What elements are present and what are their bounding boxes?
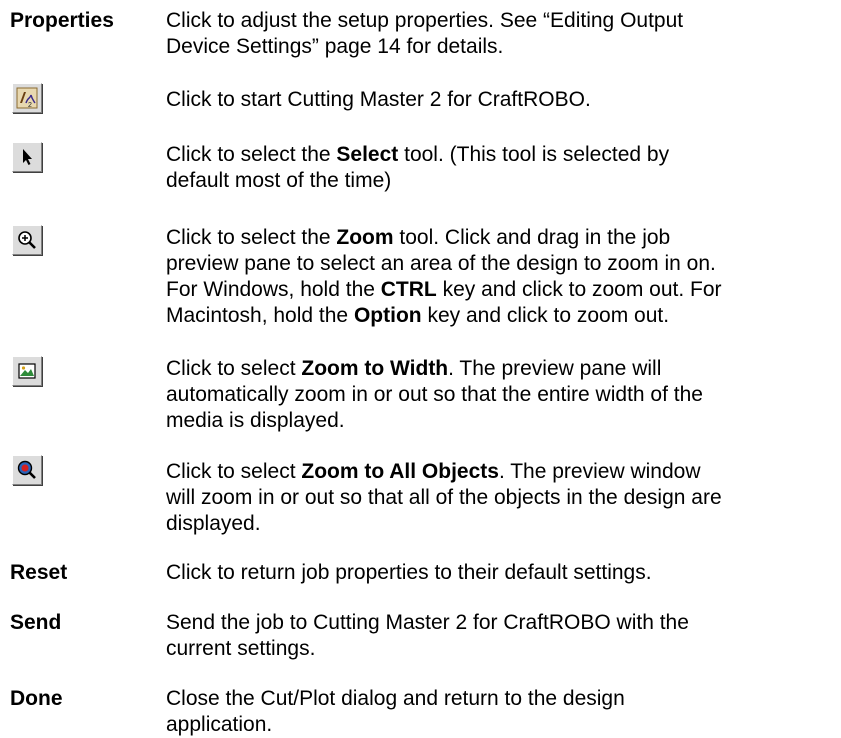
cutting-master-description: Click to start Cutting Master 2 for Craf… bbox=[166, 88, 591, 111]
zoom-text: key and click to zoom out. bbox=[421, 304, 670, 327]
send-description: Send the job to Cutting Master 2 for Cra… bbox=[166, 610, 766, 662]
ctrl-key-label: CTRL bbox=[380, 278, 437, 301]
zoom-text: For Windows, hold the bbox=[166, 278, 381, 301]
zoom-width-bold: Zoom to Width bbox=[301, 357, 449, 380]
zoom-all-text: Click to select bbox=[166, 460, 302, 483]
select-desc-line: default most of the time) bbox=[166, 169, 392, 192]
reset-term: Reset bbox=[10, 561, 68, 584]
select-bold: Select bbox=[336, 143, 399, 166]
zoom-text: Click to select the bbox=[166, 226, 337, 249]
zoom-desc-line: preview pane to select an area of the de… bbox=[166, 252, 716, 275]
zoom-all-desc-line: will zoom in or out so that all of the o… bbox=[166, 486, 722, 509]
done-description: Close the Cut/Plot dialog and return to … bbox=[166, 686, 766, 738]
cutting-master-icon: 2 bbox=[12, 83, 42, 113]
send-desc-line: Send the job to Cutting Master 2 for Cra… bbox=[166, 611, 689, 634]
select-description: Click to select the Select tool. (This t… bbox=[166, 142, 766, 194]
definition-list: Properties Click to adjust the setup pro… bbox=[0, 0, 841, 736]
zoom-all-desc-line: displayed. bbox=[166, 512, 261, 535]
zoom-to-width-icon bbox=[12, 356, 42, 386]
zoom-width-desc-line: media is displayed. bbox=[166, 409, 345, 432]
zoom-width-desc-line: automatically zoom in or out so that the… bbox=[166, 383, 703, 406]
option-key-label: Option bbox=[353, 304, 422, 327]
zoom-text: Macintosh, hold the bbox=[166, 304, 354, 327]
svg-text:2: 2 bbox=[28, 102, 32, 109]
done-desc-line: application. bbox=[166, 713, 273, 736]
properties-desc-line: Device Settings” page 14 for details. bbox=[166, 35, 504, 58]
zoom-all-text: . The preview window bbox=[498, 460, 701, 483]
zoom-text: tool. Click and drag in the job bbox=[393, 226, 671, 249]
done-term: Done bbox=[10, 687, 63, 710]
magnifier-plus-icon bbox=[12, 225, 42, 255]
done-desc-line: Close the Cut/Plot dialog and return to … bbox=[166, 687, 625, 710]
zoom-all-bold: Zoom to All Objects bbox=[301, 460, 499, 483]
zoom-width-text: Click to select bbox=[166, 357, 302, 380]
properties-description: Click to adjust the setup properties. Se… bbox=[166, 8, 766, 60]
properties-term: Properties bbox=[10, 9, 114, 32]
zoom-to-all-objects-icon bbox=[12, 455, 42, 485]
properties-desc-line: Click to adjust the setup properties. Se… bbox=[166, 9, 684, 32]
reset-description: Click to return job properties to their … bbox=[166, 561, 652, 584]
zoom-all-description: Click to select Zoom to All Objects. The… bbox=[166, 459, 766, 537]
zoom-text: key and click to zoom out. For bbox=[436, 278, 722, 301]
select-text: Click to select the bbox=[166, 143, 337, 166]
zoom-width-text: . The preview pane will bbox=[448, 357, 662, 380]
send-term: Send bbox=[10, 611, 62, 634]
send-desc-line: current settings. bbox=[166, 637, 316, 660]
arrow-pointer-icon bbox=[12, 142, 42, 172]
select-text: tool. (This tool is selected by bbox=[398, 143, 670, 166]
zoom-bold: Zoom bbox=[336, 226, 394, 249]
zoom-description: Click to select the Zoom tool. Click and… bbox=[166, 225, 766, 329]
zoom-width-description: Click to select Zoom to Width. The previ… bbox=[166, 356, 766, 434]
